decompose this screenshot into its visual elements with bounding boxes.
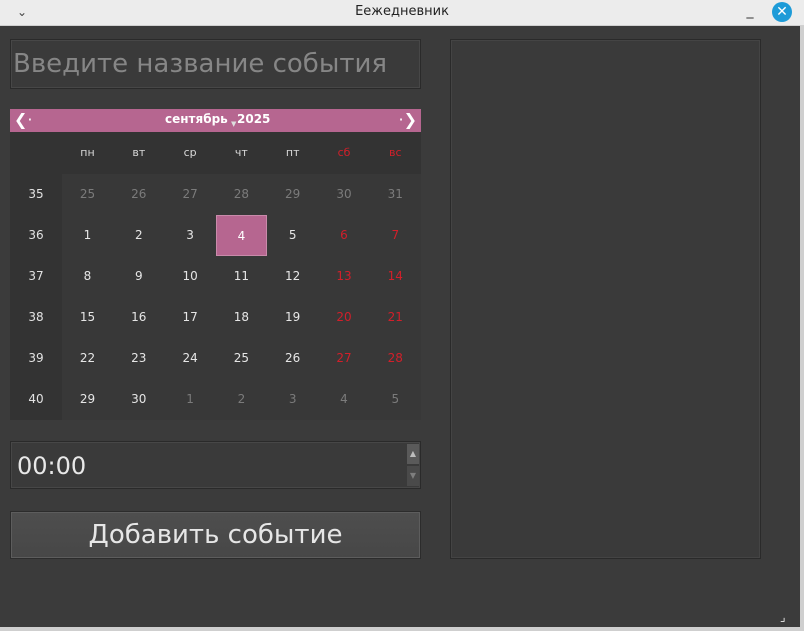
calendar-day[interactable]: 4 — [319, 379, 370, 420]
calendar-day[interactable]: 30 — [319, 174, 370, 215]
calendar-day[interactable]: 25 — [62, 174, 113, 215]
add-event-button[interactable]: Добавить событие — [10, 511, 421, 559]
calendar-day[interactable]: 23 — [113, 338, 164, 379]
calendar-day[interactable]: 21 — [370, 297, 421, 338]
events-list[interactable] — [450, 39, 761, 559]
calendar-day[interactable]: 29 — [267, 174, 318, 215]
day-name-header: вс — [389, 146, 402, 159]
time-value[interactable]: 00:00 — [17, 452, 86, 480]
calendar-day[interactable]: 5 — [267, 215, 318, 256]
calendar-day[interactable]: 1 — [62, 215, 113, 256]
calendar-day[interactable]: 2 — [216, 379, 267, 420]
calendar-day[interactable]: 27 — [319, 338, 370, 379]
calendar-day-selected[interactable]: 4 — [215, 215, 267, 256]
left-arrow-icon[interactable]: ❮· — [14, 110, 34, 130]
calendar-day[interactable]: 3 — [267, 379, 318, 420]
calendar-day[interactable]: 24 — [165, 338, 216, 379]
window-border-right — [800, 26, 804, 631]
minimize-button[interactable]: _ — [740, 2, 760, 22]
calendar-day[interactable]: 2 — [113, 215, 164, 256]
calendar-day[interactable]: 13 — [319, 256, 370, 297]
time-input[interactable]: 00:00 ▲ ▼ — [10, 441, 421, 489]
calendar-day[interactable]: 26 — [267, 338, 318, 379]
spin-up-arrow-icon[interactable]: ▲ — [407, 444, 419, 464]
close-button[interactable]: ✕ — [772, 2, 792, 22]
calendar-day[interactable]: 25 — [216, 338, 267, 379]
calendar-day[interactable]: 15 — [62, 297, 113, 338]
calendar-navigation-bar: ❮· сентябрь ▼ 2025 ·❯ — [10, 109, 421, 132]
calendar-day[interactable]: 17 — [165, 297, 216, 338]
week-number: 37 — [28, 269, 44, 283]
resize-grip-icon[interactable]: ⌟ — [780, 610, 794, 624]
day-name-header: вт — [132, 146, 146, 159]
day-name-header: ср — [183, 146, 197, 159]
calendar-day[interactable]: 14 — [370, 256, 421, 297]
title-bar: ⌄ Еежедневник _ ✕ — [0, 0, 804, 26]
week-number: 40 — [28, 392, 44, 406]
year-selector[interactable]: 2025 — [237, 112, 270, 126]
calendar-day[interactable]: 20 — [319, 297, 370, 338]
calendar-day[interactable]: 6 — [319, 215, 370, 256]
calendar-day[interactable]: 18 — [216, 297, 267, 338]
day-name-header: пн — [80, 146, 95, 159]
month-selector[interactable]: сентябрь — [165, 112, 228, 126]
spin-down-arrow-icon[interactable]: ▼ — [407, 466, 419, 486]
calendar-day[interactable]: 11 — [216, 256, 267, 297]
calendar-day[interactable]: 30 — [113, 379, 164, 420]
week-number: 38 — [28, 310, 44, 324]
calendar-day[interactable]: 26 — [113, 174, 164, 215]
week-number: 39 — [28, 351, 44, 365]
calendar-day[interactable]: 28 — [370, 338, 421, 379]
day-name-header: сб — [337, 146, 351, 159]
calendar-day[interactable]: 5 — [370, 379, 421, 420]
event-title-input[interactable] — [10, 39, 421, 89]
calendar-day[interactable]: 31 — [370, 174, 421, 215]
calendar-grid: пн вт ср чт пт сб вс 35 25 26 27 28 29 30 31 36 1 2 3 4 5 6 7 3… — [10, 132, 421, 420]
window-title: Еежедневник — [355, 4, 449, 19]
month-caret-icon: ▼ — [231, 120, 237, 128]
calendar-day[interactable]: 16 — [113, 297, 164, 338]
calendar-day[interactable]: 28 — [216, 174, 267, 215]
day-name-header: чт — [234, 146, 248, 159]
calendar-day[interactable]: 8 — [62, 256, 113, 297]
right-arrow-icon[interactable]: ·❯ — [397, 110, 418, 130]
calendar-day[interactable]: 3 — [165, 215, 216, 256]
calendar-day[interactable]: 12 — [267, 256, 318, 297]
calendar-day[interactable]: 19 — [267, 297, 318, 338]
calendar-day[interactable]: 10 — [165, 256, 216, 297]
calendar-day[interactable]: 7 — [370, 215, 421, 256]
calendar-day[interactable]: 27 — [165, 174, 216, 215]
calendar-day[interactable]: 9 — [113, 256, 164, 297]
window-border-bottom — [0, 627, 804, 631]
calendar-day[interactable]: 22 — [62, 338, 113, 379]
week-number: 35 — [28, 187, 44, 201]
calendar-day[interactable]: 1 — [165, 379, 216, 420]
day-name-header: пт — [285, 146, 300, 159]
calendar-day[interactable]: 29 — [62, 379, 113, 420]
week-number: 36 — [28, 228, 44, 242]
